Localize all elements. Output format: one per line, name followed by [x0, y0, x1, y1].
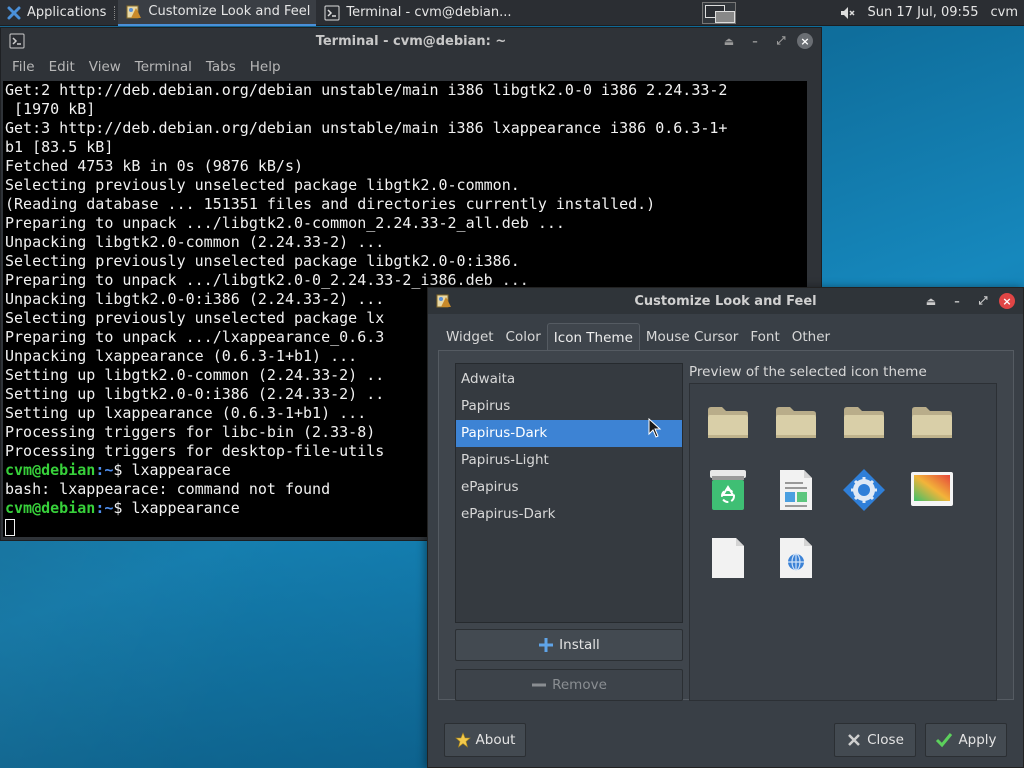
prompt-path: :~ — [95, 461, 114, 479]
prompt-user-host: cvm@debian — [5, 499, 96, 517]
taskbar-button-appearance[interactable]: Customize Look and Feel — [118, 0, 317, 26]
trash-icon — [704, 466, 752, 514]
menu-file[interactable]: File — [5, 59, 42, 75]
terminal-line: Get:3 http://deb.debian.org/debian unsta… — [5, 119, 728, 137]
panel-separator — [114, 5, 116, 20]
terminal-line: Selecting previously unselected package … — [5, 176, 520, 194]
minimize-button[interactable]: – — [745, 32, 765, 50]
terminal-icon — [9, 33, 25, 49]
top-panel: Applications Customize Look and Feel Ter… — [0, 0, 1024, 26]
terminal-titlebar[interactable]: Terminal - cvm@debian: ~ ⏏ – ⤢ × — [1, 28, 821, 54]
remove-button[interactable]: Remove — [455, 669, 683, 701]
appearance-icon — [436, 293, 452, 309]
tab-icon-theme[interactable]: Icon Theme — [546, 323, 640, 351]
image-icon — [908, 466, 956, 514]
tab-bar: Widget Color Icon Theme Mouse Cursor Fon… — [440, 323, 836, 351]
applications-menu-button[interactable]: Applications — [0, 0, 112, 26]
menu-view[interactable]: View — [82, 59, 128, 75]
shade-button[interactable]: ⏏ — [719, 32, 739, 50]
terminal-line: (Reading database ... 151351 files and d… — [5, 195, 656, 213]
window-title: Terminal - cvm@debian: ~ — [315, 33, 507, 49]
folder-icon — [908, 398, 956, 446]
document-icon — [772, 466, 820, 514]
close-label: Close — [867, 732, 904, 748]
appearance-dialog: Customize Look and Feel ⏏ – ⤢ × Widget C… — [427, 287, 1024, 768]
close-button[interactable]: Close — [834, 723, 916, 757]
taskbar-label: Terminal - cvm@debian... — [346, 5, 512, 20]
menu-edit[interactable]: Edit — [42, 59, 82, 75]
workspace-switcher[interactable] — [696, 1, 742, 24]
menu-help[interactable]: Help — [243, 59, 288, 75]
prompt-path: :~ — [95, 499, 114, 517]
list-item[interactable]: ePapirus-Dark — [456, 501, 682, 528]
icon-theme-list[interactable]: Adwaita Papirus Papirus-Dark Papirus-Lig… — [455, 363, 683, 623]
shade-button[interactable]: ⏏ — [921, 292, 941, 310]
terminal-icon — [324, 5, 340, 21]
about-button[interactable]: About — [444, 723, 526, 757]
terminal-line: [1970 kB] — [5, 100, 96, 118]
apply-label: Apply — [958, 732, 997, 748]
terminal-cursor — [5, 519, 15, 536]
install-label: Install — [559, 637, 600, 653]
list-item[interactable]: Adwaita — [456, 366, 682, 393]
close-x-icon — [846, 732, 862, 748]
html-file-icon — [772, 534, 820, 582]
tab-color[interactable]: Color — [500, 323, 547, 351]
taskbar-button-terminal[interactable]: Terminal - cvm@debian... — [316, 0, 514, 26]
prompt-symbol: $ — [113, 499, 132, 517]
list-item[interactable]: Papirus-Light — [456, 447, 682, 474]
settings-gear-icon — [840, 466, 888, 514]
plus-icon — [538, 637, 554, 653]
remove-label: Remove — [552, 677, 607, 693]
terminal-line: Unpacking libgtk2.0-common (2.24.33-2) .… — [5, 233, 385, 251]
appearance-icon — [126, 4, 142, 20]
star-icon — [454, 732, 471, 748]
prompt-command: lxappearace — [131, 461, 231, 479]
close-button[interactable]: × — [999, 293, 1015, 309]
list-item[interactable]: ePapirus — [456, 474, 682, 501]
prompt-command: lxappearance — [131, 499, 240, 517]
workspace-1[interactable] — [701, 1, 736, 24]
terminal-line: Preparing to unpack .../libgtk2.0-common… — [5, 214, 565, 232]
clock[interactable]: Sun 17 Jul, 09:55 — [862, 0, 985, 26]
prompt-user-host: cvm@debian — [5, 461, 96, 479]
tab-mouse-cursor[interactable]: Mouse Cursor — [640, 323, 744, 351]
applications-label: Applications — [27, 5, 107, 20]
mouse-pointer-icon — [648, 417, 662, 438]
icon-preview-area — [689, 383, 997, 701]
menu-tabs[interactable]: Tabs — [199, 59, 243, 75]
volume-muted-icon[interactable] — [832, 5, 862, 21]
preview-label: Preview of the selected icon theme — [689, 364, 927, 380]
menu-terminal[interactable]: Terminal — [128, 59, 199, 75]
folder-icon — [840, 398, 888, 446]
close-button[interactable]: × — [797, 33, 813, 49]
minimize-button[interactable]: – — [947, 292, 967, 310]
maximize-button[interactable]: ⤢ — [771, 32, 791, 50]
terminal-line: Selecting previously unselected package … — [5, 252, 520, 270]
blank-file-icon — [704, 534, 752, 582]
terminal-menubar: File Edit View Terminal Tabs Help — [1, 54, 821, 80]
dialog-titlebar[interactable]: Customize Look and Feel ⏏ – ⤢ × — [428, 288, 1023, 314]
checkmark-icon — [935, 732, 953, 748]
tab-font[interactable]: Font — [744, 323, 785, 351]
taskbar-label: Customize Look and Feel — [148, 4, 311, 19]
about-label: About — [475, 732, 516, 748]
apply-button[interactable]: Apply — [925, 723, 1007, 757]
terminal-line: b1 [83.5 kB] — [5, 138, 114, 156]
minus-icon — [531, 677, 547, 693]
install-button[interactable]: Install — [455, 629, 683, 661]
folder-icon — [704, 398, 752, 446]
folder-icon — [772, 398, 820, 446]
terminal-line: Fetched 4753 kB in 0s (9876 kB/s) — [5, 157, 304, 175]
tab-widget[interactable]: Widget — [440, 323, 500, 351]
xfce-logo-icon — [6, 5, 22, 21]
user-menu[interactable]: cvm — [984, 0, 1024, 26]
terminal-line: Get:2 http://deb.debian.org/debian unsta… — [5, 81, 728, 99]
list-item[interactable]: Papirus — [456, 393, 682, 420]
maximize-button[interactable]: ⤢ — [973, 292, 993, 310]
icon-theme-panel: Adwaita Papirus Papirus-Dark Papirus-Lig… — [438, 350, 1014, 701]
tab-other[interactable]: Other — [786, 323, 836, 351]
prompt-symbol: $ — [113, 461, 132, 479]
